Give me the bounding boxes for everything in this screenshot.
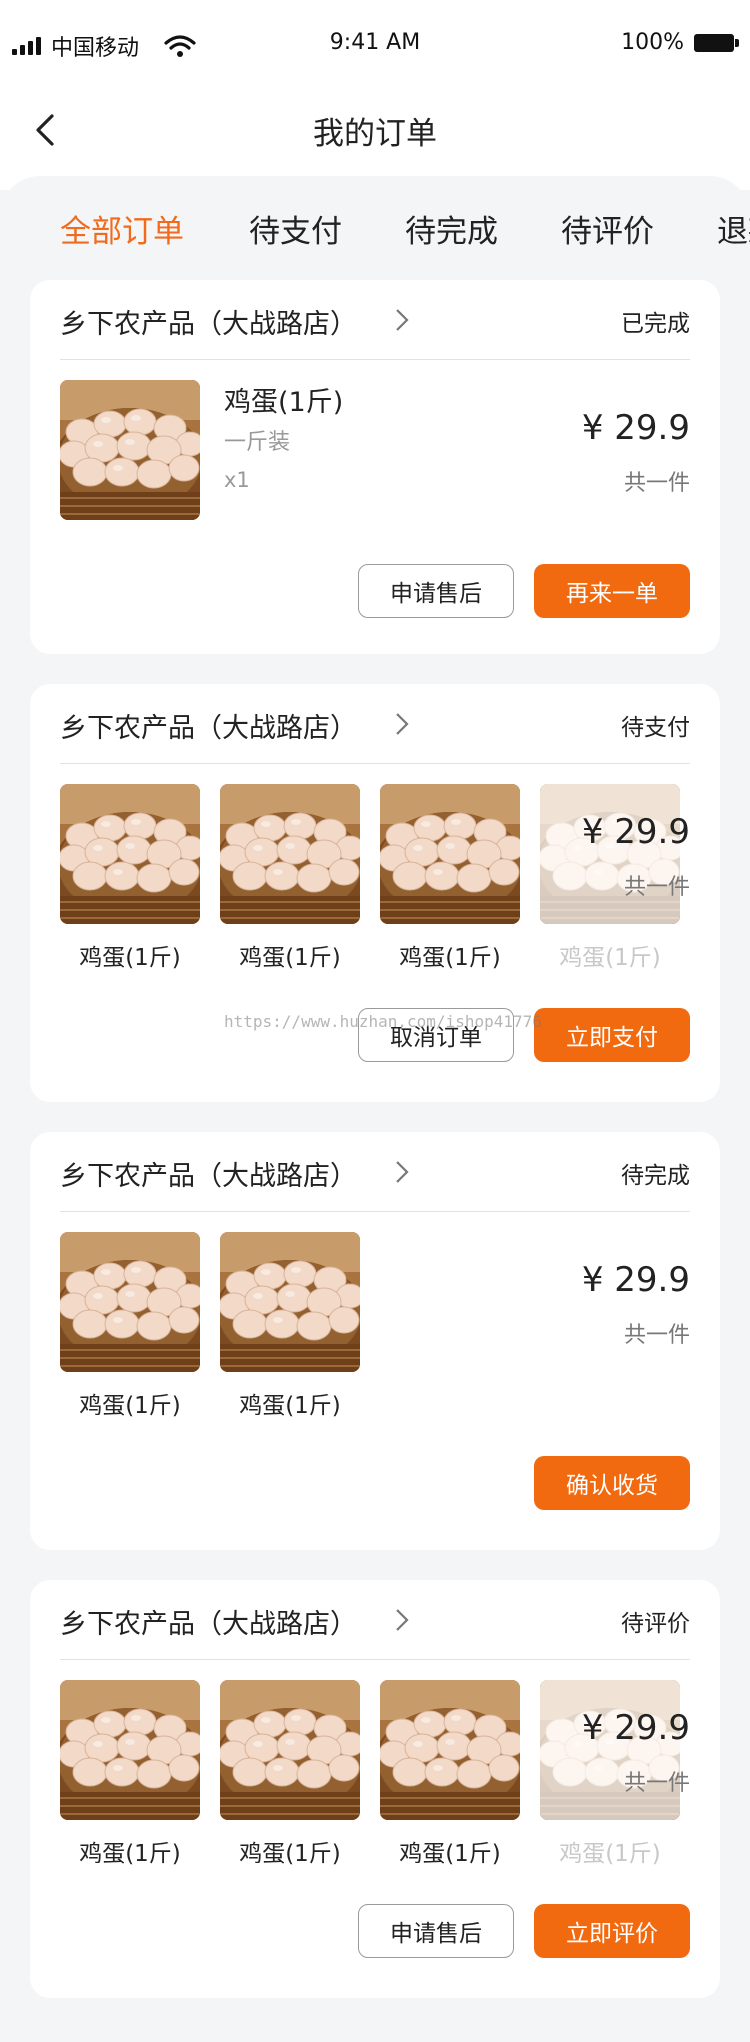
product-name: 鸡蛋(1斤) — [559, 945, 661, 971]
product-name: 鸡蛋(1斤) — [239, 1841, 341, 1867]
review-now-button[interactable]: 立即评价 — [534, 1904, 690, 1958]
status-bar: 中国移动 9:41 AM 100% — [0, 0, 750, 90]
order-price: ¥ 29.9 — [581, 1260, 690, 1300]
chevron-right-icon[interactable] — [392, 1158, 412, 1186]
product-image[interactable] — [60, 784, 200, 924]
product-title: 鸡蛋(1斤) — [224, 387, 344, 418]
tab-pending-review[interactable]: 待评价 — [561, 206, 654, 251]
product-image[interactable] — [220, 784, 360, 924]
order-card[interactable]: 乡下农产品（大战路店） 已完成 鸡蛋(1斤) 一斤装 x1 ¥ 29.9 共一件… — [30, 280, 720, 654]
product-name: 鸡蛋(1斤) — [239, 945, 341, 971]
shop-name[interactable]: 乡下农产品（大战路店） — [60, 1154, 357, 1193]
item-count: 共一件 — [623, 1771, 690, 1796]
product-name: 鸡蛋(1斤) — [559, 1841, 661, 1867]
header-area: 中国移动 9:41 AM 100% 我的订单 — [0, 0, 750, 190]
product-image[interactable] — [60, 1232, 200, 1372]
nav-bar: 我的订单 — [0, 90, 750, 172]
order-price: ¥ 29.9 — [581, 812, 690, 852]
chevron-right-icon[interactable] — [392, 1606, 412, 1634]
product-spec: 一斤装 — [224, 430, 291, 455]
order-header: 乡下农产品（大战路店） 已完成 — [60, 280, 690, 360]
product-image[interactable] — [220, 1232, 360, 1372]
battery-icon — [694, 33, 740, 52]
order-price: ¥ 29.9 — [581, 1708, 690, 1748]
product-image[interactable] — [60, 1680, 200, 1820]
order-card[interactable]: 乡下农产品（大战路店） 待支付 鸡蛋(1斤) 鸡蛋(1斤) 鸡蛋(1斤) 鸡蛋(… — [30, 684, 720, 1102]
order-header: 乡下农产品（大战路店） 待评价 — [60, 1580, 690, 1660]
watermark-text: https://www.huzhan.com/ishop41776 — [224, 1012, 542, 1031]
product-name: 鸡蛋(1斤) — [79, 1841, 181, 1867]
shop-name[interactable]: 乡下农产品（大战路店） — [60, 1602, 357, 1641]
product-name: 鸡蛋(1斤) — [239, 1393, 341, 1419]
reorder-button[interactable]: 再来一单 — [534, 564, 690, 618]
order-price: ¥ 29.9 — [581, 408, 690, 448]
battery-percent: 100% — [621, 30, 684, 55]
chevron-right-icon[interactable] — [392, 710, 412, 738]
product-image[interactable] — [60, 380, 200, 520]
order-card[interactable]: 乡下农产品（大战路店） 待评价 鸡蛋(1斤) 鸡蛋(1斤) 鸡蛋(1斤) 鸡蛋(… — [30, 1580, 720, 1998]
product-quantity: x1 — [224, 468, 250, 492]
order-status: 待完成 — [621, 1163, 690, 1189]
tab-pending-payment[interactable]: 待支付 — [249, 206, 342, 251]
product-name: 鸡蛋(1斤) — [79, 1393, 181, 1419]
item-count: 共一件 — [623, 471, 690, 496]
tab-all[interactable]: 全部订单 — [60, 206, 184, 251]
shop-name[interactable]: 乡下农产品（大战路店） — [60, 706, 357, 745]
chevron-right-icon[interactable] — [392, 306, 412, 334]
tab-bar: 全部订单 待支付 待完成 待评价 退款 — [0, 176, 750, 276]
confirm-receipt-button[interactable]: 确认收货 — [534, 1456, 690, 1510]
order-header: 乡下农产品（大战路店） 待支付 — [60, 684, 690, 764]
pay-now-button[interactable]: 立即支付 — [534, 1008, 690, 1062]
shop-name[interactable]: 乡下农产品（大战路店） — [60, 302, 357, 341]
tab-pending-completion[interactable]: 待完成 — [405, 206, 498, 251]
product-image[interactable] — [540, 784, 680, 924]
tab-refund[interactable]: 退款 — [717, 206, 750, 251]
product-image[interactable] — [540, 1680, 680, 1820]
page-title: 我的订单 — [313, 116, 437, 152]
item-count: 共一件 — [623, 1323, 690, 1348]
item-count: 共一件 — [623, 875, 690, 900]
product-image[interactable] — [220, 1680, 360, 1820]
product-image[interactable] — [380, 784, 520, 924]
after-sales-button[interactable]: 申请售后 — [358, 1904, 514, 1958]
product-name: 鸡蛋(1斤) — [399, 945, 501, 971]
after-sales-button[interactable]: 申请售后 — [358, 564, 514, 618]
order-status: 已完成 — [621, 311, 690, 337]
product-image[interactable] — [380, 1680, 520, 1820]
order-status: 待支付 — [621, 715, 690, 741]
order-status: 待评价 — [621, 1611, 690, 1637]
product-name: 鸡蛋(1斤) — [399, 1841, 501, 1867]
order-card[interactable]: 乡下农产品（大战路店） 待完成 鸡蛋(1斤) 鸡蛋(1斤) ¥ 29.9 共一件… — [30, 1132, 720, 1550]
order-header: 乡下农产品（大战路店） 待完成 — [60, 1132, 690, 1212]
orders-panel: 全部订单 待支付 待完成 待评价 退款 乡下农产品（大战路店） 已完成 鸡蛋(1… — [0, 176, 750, 2042]
product-name: 鸡蛋(1斤) — [79, 945, 181, 971]
